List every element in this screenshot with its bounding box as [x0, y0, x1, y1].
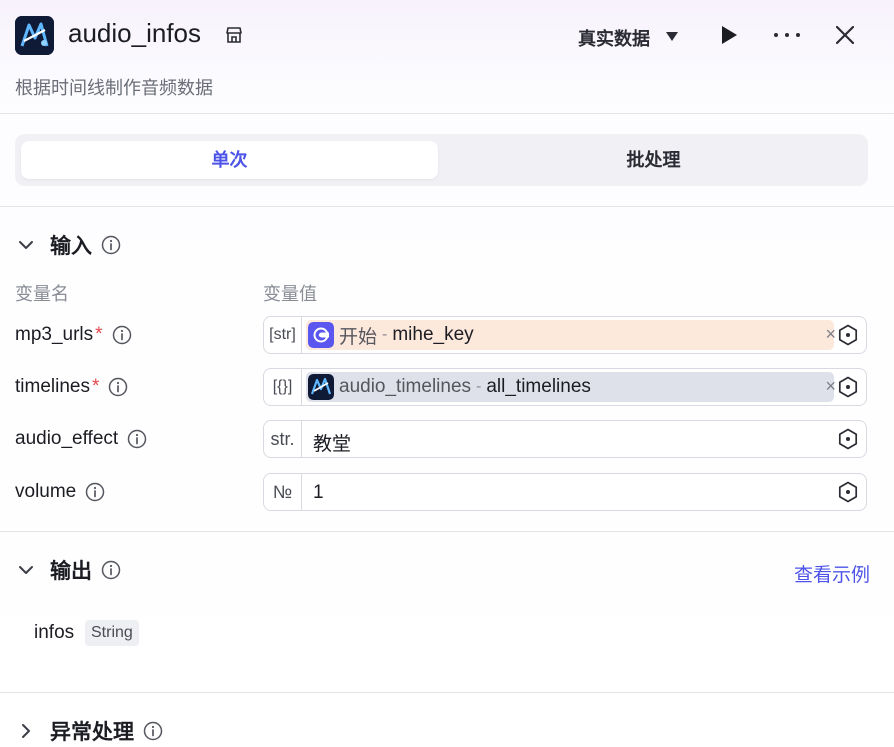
required-mark: *	[91, 376, 100, 397]
array-object-type-icon[interactable]: [{}]	[264, 369, 302, 405]
param-name: timelines	[15, 376, 90, 397]
column-header-value: 变量值	[263, 284, 317, 304]
variable-reference[interactable]: 开始 - mihe_key ×	[306, 320, 836, 350]
info-icon[interactable]	[143, 721, 163, 741]
store-icon[interactable]	[224, 25, 244, 45]
tab-batch[interactable]: 批处理	[445, 141, 862, 179]
ref-separator: -	[382, 326, 388, 343]
output-section-header[interactable]: 输出	[15, 555, 121, 585]
ref-variable: mihe_key	[392, 324, 474, 345]
clear-reference-icon[interactable]: ×	[825, 324, 836, 345]
info-icon[interactable]	[101, 235, 121, 255]
node-description: 根据时间线制作音频数据	[15, 78, 213, 98]
variable-settings-icon[interactable]	[837, 376, 859, 398]
info-icon[interactable]	[108, 377, 128, 397]
data-mode-select[interactable]: 真实数据	[578, 25, 650, 51]
output-section-title: 输出	[50, 560, 92, 583]
param-name: volume	[15, 481, 77, 502]
param-label-volume: volume	[15, 481, 105, 503]
column-header-name: 变量名	[15, 284, 69, 304]
input-section-header[interactable]: 输入	[15, 230, 121, 260]
param-name: audio_effect	[15, 428, 119, 449]
info-icon[interactable]	[101, 560, 121, 580]
chevron-right-icon[interactable]	[15, 720, 37, 742]
panel-header: audio_infos 真实数据 根据时间线制作音频数据	[0, 0, 894, 114]
ref-source-node: audio_timelines	[339, 376, 472, 397]
divider	[0, 206, 894, 207]
number-type-icon[interactable]: №	[264, 474, 302, 510]
param-field-timelines[interactable]: [{}] audio_timelines - all_timelines ×	[263, 368, 867, 406]
node-title: audio_infos	[68, 18, 201, 48]
param-value[interactable]: 教堂	[313, 429, 351, 456]
run-mode-tabs: 单次 批处理	[15, 134, 868, 186]
error-handling-title: 异常处理	[50, 721, 134, 744]
info-icon[interactable]	[112, 325, 132, 345]
param-field-mp3-urls[interactable]: [str] 开始 - mihe_key ×	[263, 316, 867, 354]
chevron-down-icon[interactable]	[15, 559, 37, 581]
plugin-logo-icon	[308, 374, 334, 400]
more-icon[interactable]	[772, 24, 802, 46]
array-string-type-icon[interactable]: [str]	[264, 317, 302, 353]
info-icon[interactable]	[85, 482, 105, 502]
param-label-audio-effect: audio_effect	[15, 428, 147, 450]
input-section-title: 输入	[50, 235, 92, 258]
divider	[0, 531, 894, 532]
param-value[interactable]: 1	[313, 482, 324, 504]
clear-reference-icon[interactable]: ×	[825, 376, 836, 397]
variable-settings-icon[interactable]	[837, 428, 859, 450]
ref-variable: all_timelines	[486, 376, 591, 397]
close-icon[interactable]	[834, 24, 856, 46]
tab-single[interactable]: 单次	[21, 141, 438, 179]
param-field-audio-effect[interactable]: str. 教堂	[263, 420, 867, 458]
caret-down-icon[interactable]	[666, 32, 678, 41]
view-example-link[interactable]: 查看示例	[794, 560, 870, 587]
param-name: mp3_urls	[15, 324, 94, 345]
chevron-down-icon[interactable]	[15, 234, 37, 256]
ref-source-node: 开始	[339, 326, 378, 348]
required-mark: *	[95, 324, 103, 345]
variable-reference[interactable]: audio_timelines - all_timelines ×	[306, 372, 836, 402]
param-label-mp3-urls: mp3_urls *	[15, 324, 132, 346]
string-type-icon[interactable]: str.	[264, 421, 302, 457]
variable-settings-icon[interactable]	[837, 481, 859, 503]
ref-separator: -	[476, 378, 482, 395]
variable-settings-icon[interactable]	[837, 324, 859, 346]
output-type-badge: String	[85, 620, 139, 646]
param-label-timelines: timelines *	[15, 376, 128, 398]
divider	[0, 692, 894, 693]
plugin-logo-icon	[15, 16, 54, 55]
play-icon[interactable]	[718, 24, 740, 46]
info-icon[interactable]	[127, 429, 147, 449]
param-field-volume[interactable]: № 1	[263, 473, 867, 511]
error-handling-section-header[interactable]: 异常处理	[15, 716, 163, 746]
divider	[0, 113, 894, 114]
output-name: infos	[34, 622, 75, 643]
start-node-icon	[308, 322, 334, 348]
